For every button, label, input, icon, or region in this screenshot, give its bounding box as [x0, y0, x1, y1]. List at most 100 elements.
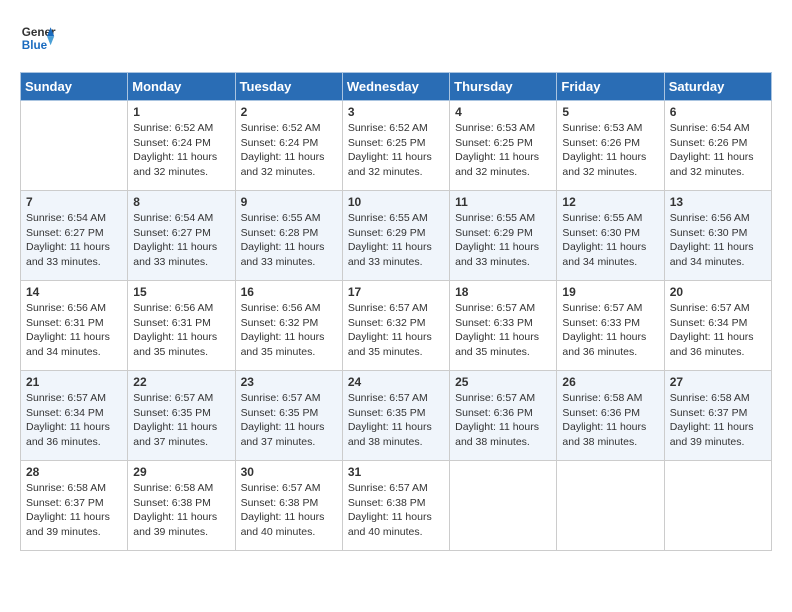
- day-number: 26: [562, 375, 658, 389]
- day-number: 19: [562, 285, 658, 299]
- day-info: Sunrise: 6:57 AM Sunset: 6:38 PM Dayligh…: [348, 481, 444, 540]
- calendar-cell: 10Sunrise: 6:55 AM Sunset: 6:29 PM Dayli…: [342, 191, 449, 281]
- calendar-cell: 17 Sunrise: 6:57 AM Sunset: 6:32 PM Dayli…: [342, 281, 449, 371]
- day-info: Sunrise: 6:57 AM Sunset: 6:34 PM Dayligh…: [670, 301, 766, 360]
- day-number: 12: [562, 195, 658, 209]
- calendar-cell: 28 Sunrise: 6:58 AM Sunset: 6:37 PM Dayli…: [21, 461, 128, 551]
- calendar-week-4: 21 Sunrise: 6:57 AM Sunset: 6:34 PM Dayli…: [21, 371, 772, 461]
- day-info: Sunrise: 6:53 AM Sunset: 6:25 PM Dayligh…: [455, 121, 551, 180]
- day-info: Sunrise: 6:55 AM Sunset: 6:29 PM Dayligh…: [348, 211, 444, 270]
- calendar-cell: 26 Sunrise: 6:58 AM Sunset: 6:36 PM Dayli…: [557, 371, 664, 461]
- day-info: Sunrise: 6:57 AM Sunset: 6:35 PM Dayligh…: [348, 391, 444, 450]
- calendar-cell: 6Sunrise: 6:54 AM Sunset: 6:26 PM Daylig…: [664, 101, 771, 191]
- day-info: Sunrise: 6:57 AM Sunset: 6:35 PM Dayligh…: [133, 391, 229, 450]
- day-number: 4: [455, 105, 551, 119]
- calendar-cell: 5 Sunrise: 6:53 AM Sunset: 6:26 PM Daylig…: [557, 101, 664, 191]
- calendar-cell: 29Sunrise: 6:58 AM Sunset: 6:38 PM Dayli…: [128, 461, 235, 551]
- calendar-week-1: 1Sunrise: 6:52 AM Sunset: 6:24 PM Daylig…: [21, 101, 772, 191]
- calendar-cell: 7 Sunrise: 6:54 AM Sunset: 6:27 PM Daylig…: [21, 191, 128, 281]
- day-number: 31: [348, 465, 444, 479]
- logo-icon: General Blue: [20, 20, 56, 56]
- day-info: Sunrise: 6:58 AM Sunset: 6:37 PM Dayligh…: [26, 481, 122, 540]
- day-number: 17: [348, 285, 444, 299]
- day-number: 23: [241, 375, 337, 389]
- day-info: Sunrise: 6:57 AM Sunset: 6:33 PM Dayligh…: [455, 301, 551, 360]
- calendar-cell: 12 Sunrise: 6:55 AM Sunset: 6:30 PM Dayli…: [557, 191, 664, 281]
- calendar-cell: 13 Sunrise: 6:56 AM Sunset: 6:30 PM Dayli…: [664, 191, 771, 281]
- calendar-cell: 30 Sunrise: 6:57 AM Sunset: 6:38 PM Dayli…: [235, 461, 342, 551]
- day-info: Sunrise: 6:55 AM Sunset: 6:28 PM Dayligh…: [241, 211, 337, 270]
- page-header: General Blue: [20, 20, 772, 56]
- day-number: 14: [26, 285, 122, 299]
- calendar-cell: 15 Sunrise: 6:56 AM Sunset: 6:31 PM Dayli…: [128, 281, 235, 371]
- day-info: Sunrise: 6:57 AM Sunset: 6:36 PM Dayligh…: [455, 391, 551, 450]
- calendar-cell: 2 Sunrise: 6:52 AM Sunset: 6:24 PM Daylig…: [235, 101, 342, 191]
- day-info: Sunrise: 6:52 AM Sunset: 6:24 PM Dayligh…: [241, 121, 337, 180]
- day-info: Sunrise: 6:54 AM Sunset: 6:27 PM Dayligh…: [26, 211, 122, 270]
- day-number: 22: [133, 375, 229, 389]
- day-info: Sunrise: 6:56 AM Sunset: 6:30 PM Dayligh…: [670, 211, 766, 270]
- day-number: 5: [562, 105, 658, 119]
- day-info: Sunrise: 6:55 AM Sunset: 6:30 PM Dayligh…: [562, 211, 658, 270]
- day-number: 16: [241, 285, 337, 299]
- day-number: 11: [455, 195, 551, 209]
- calendar-cell: [664, 461, 771, 551]
- column-header-sunday: Sunday: [21, 73, 128, 101]
- calendar-cell: 22 Sunrise: 6:57 AM Sunset: 6:35 PM Dayli…: [128, 371, 235, 461]
- day-info: Sunrise: 6:57 AM Sunset: 6:32 PM Dayligh…: [348, 301, 444, 360]
- day-number: 29: [133, 465, 229, 479]
- calendar-cell: 18 Sunrise: 6:57 AM Sunset: 6:33 PM Dayli…: [450, 281, 557, 371]
- day-number: 18: [455, 285, 551, 299]
- day-info: Sunrise: 6:56 AM Sunset: 6:31 PM Dayligh…: [26, 301, 122, 360]
- calendar-cell: [450, 461, 557, 551]
- day-info: Sunrise: 6:55 AM Sunset: 6:29 PM Dayligh…: [455, 211, 551, 270]
- calendar-cell: 8Sunrise: 6:54 AM Sunset: 6:27 PM Daylig…: [128, 191, 235, 281]
- day-info: Sunrise: 6:52 AM Sunset: 6:24 PM Dayligh…: [133, 121, 229, 180]
- column-header-wednesday: Wednesday: [342, 73, 449, 101]
- column-header-tuesday: Tuesday: [235, 73, 342, 101]
- day-number: 9: [241, 195, 337, 209]
- calendar-cell: 19 Sunrise: 6:57 AM Sunset: 6:33 PM Dayli…: [557, 281, 664, 371]
- day-number: 27: [670, 375, 766, 389]
- calendar-header: SundayMondayTuesdayWednesdayThursdayFrid…: [21, 73, 772, 101]
- column-header-saturday: Saturday: [664, 73, 771, 101]
- calendar-cell: 1Sunrise: 6:52 AM Sunset: 6:24 PM Daylig…: [128, 101, 235, 191]
- day-info: Sunrise: 6:57 AM Sunset: 6:34 PM Dayligh…: [26, 391, 122, 450]
- column-header-monday: Monday: [128, 73, 235, 101]
- day-info: Sunrise: 6:56 AM Sunset: 6:31 PM Dayligh…: [133, 301, 229, 360]
- day-number: 20: [670, 285, 766, 299]
- svg-text:Blue: Blue: [22, 39, 48, 52]
- calendar-cell: 9 Sunrise: 6:55 AM Sunset: 6:28 PM Daylig…: [235, 191, 342, 281]
- day-info: Sunrise: 6:57 AM Sunset: 6:35 PM Dayligh…: [241, 391, 337, 450]
- calendar-cell: [21, 101, 128, 191]
- calendar-cell: 31 Sunrise: 6:57 AM Sunset: 6:38 PM Dayli…: [342, 461, 449, 551]
- day-info: Sunrise: 6:56 AM Sunset: 6:32 PM Dayligh…: [241, 301, 337, 360]
- day-info: Sunrise: 6:54 AM Sunset: 6:26 PM Dayligh…: [670, 121, 766, 180]
- day-info: Sunrise: 6:52 AM Sunset: 6:25 PM Dayligh…: [348, 121, 444, 180]
- calendar-week-5: 28 Sunrise: 6:58 AM Sunset: 6:37 PM Dayli…: [21, 461, 772, 551]
- column-header-thursday: Thursday: [450, 73, 557, 101]
- day-number: 21: [26, 375, 122, 389]
- day-number: 13: [670, 195, 766, 209]
- calendar-cell: 25 Sunrise: 6:57 AM Sunset: 6:36 PM Dayli…: [450, 371, 557, 461]
- column-header-friday: Friday: [557, 73, 664, 101]
- day-info: Sunrise: 6:58 AM Sunset: 6:37 PM Dayligh…: [670, 391, 766, 450]
- day-number: 30: [241, 465, 337, 479]
- day-number: 28: [26, 465, 122, 479]
- calendar-cell: 23 Sunrise: 6:57 AM Sunset: 6:35 PM Dayli…: [235, 371, 342, 461]
- calendar-cell: 24 Sunrise: 6:57 AM Sunset: 6:35 PM Dayli…: [342, 371, 449, 461]
- day-number: 7: [26, 195, 122, 209]
- calendar-table: SundayMondayTuesdayWednesdayThursdayFrid…: [20, 72, 772, 551]
- calendar-cell: 14 Sunrise: 6:56 AM Sunset: 6:31 PM Dayli…: [21, 281, 128, 371]
- day-number: 24: [348, 375, 444, 389]
- day-info: Sunrise: 6:53 AM Sunset: 6:26 PM Dayligh…: [562, 121, 658, 180]
- day-number: 25: [455, 375, 551, 389]
- day-info: Sunrise: 6:58 AM Sunset: 6:36 PM Dayligh…: [562, 391, 658, 450]
- day-info: Sunrise: 6:57 AM Sunset: 6:38 PM Dayligh…: [241, 481, 337, 540]
- day-number: 15: [133, 285, 229, 299]
- day-number: 2: [241, 105, 337, 119]
- calendar-week-3: 14 Sunrise: 6:56 AM Sunset: 6:31 PM Dayli…: [21, 281, 772, 371]
- day-info: Sunrise: 6:57 AM Sunset: 6:33 PM Dayligh…: [562, 301, 658, 360]
- calendar-cell: [557, 461, 664, 551]
- day-info: Sunrise: 6:54 AM Sunset: 6:27 PM Dayligh…: [133, 211, 229, 270]
